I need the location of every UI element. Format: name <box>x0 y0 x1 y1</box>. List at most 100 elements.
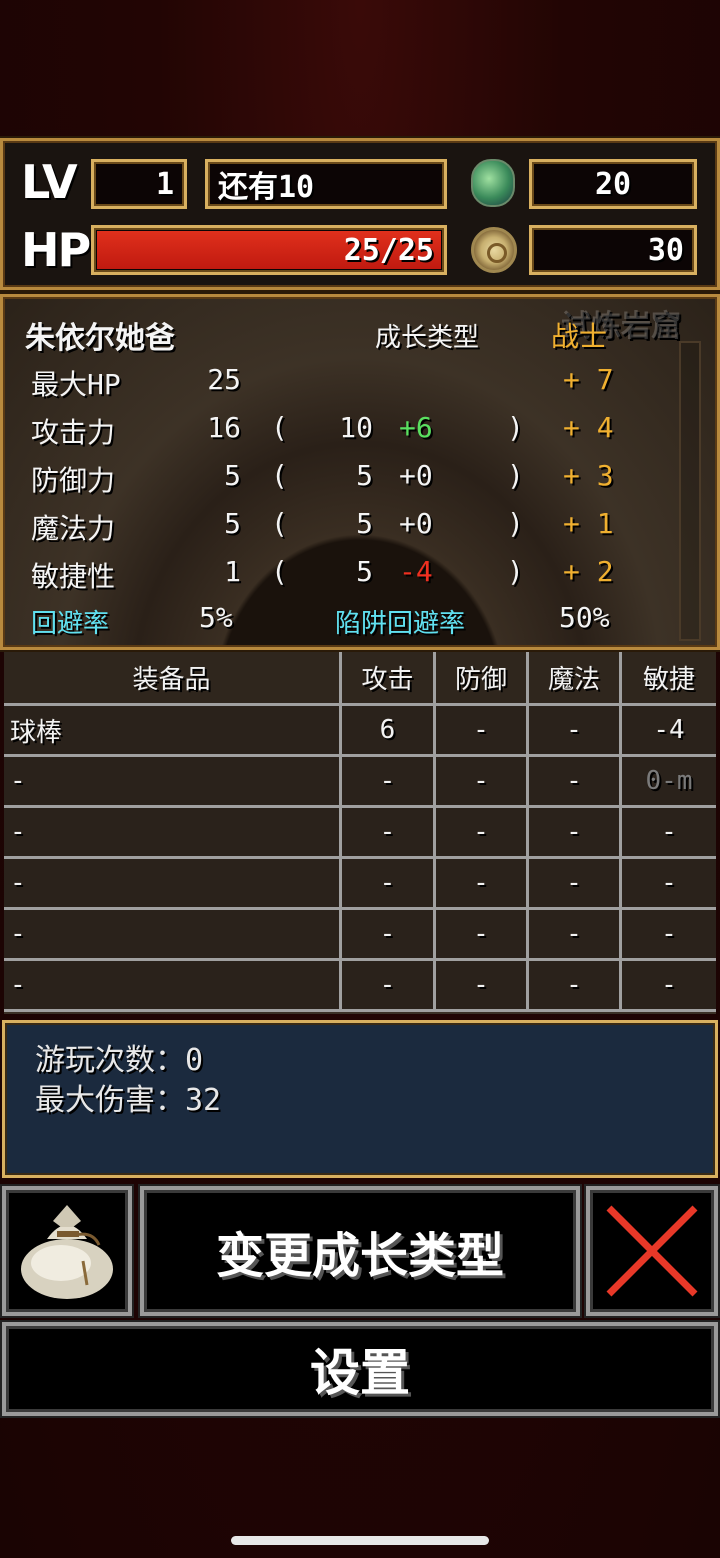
equip-attack: 6 <box>342 706 436 757</box>
bag-button[interactable] <box>2 1186 132 1316</box>
hp-text: 25/25 <box>343 232 434 268</box>
exp-remaining: 还有10 <box>205 159 447 209</box>
trap-evasion-label: 陷阱回避率 <box>335 609 466 639</box>
evasion-value: 5% <box>199 601 233 634</box>
growth-type: 战士 <box>551 320 608 353</box>
header-attack: 攻击 <box>342 652 436 706</box>
equip-name: - <box>4 808 342 859</box>
growth-type-label: 成长类型 <box>375 323 480 353</box>
stat-paren-open: ( <box>271 411 288 444</box>
stat-modifier: +0 <box>399 507 433 540</box>
change-growth-type-button[interactable]: 变更成长类型 <box>140 1186 580 1316</box>
stats-panel: 朱依尔她爸 成长类型 试炼岩窟 战士 最大HP 25 + 7 攻击力 16(10 +6) +… <box>0 294 720 650</box>
header-equipment: 装备品 <box>4 652 342 706</box>
equip-defense: - <box>436 706 529 757</box>
equip-agility: - <box>622 961 716 1012</box>
equip-magic: - <box>529 910 622 961</box>
max-damage: 最大伤害：32 <box>35 1083 222 1118</box>
close-icon <box>606 1205 698 1297</box>
stat-base: 5 <box>356 507 373 540</box>
stat-total: 16 <box>207 411 241 444</box>
settings-button[interactable]: 设置 <box>2 1322 718 1416</box>
equipment-row[interactable]: - - - -0-m <box>4 757 716 808</box>
bag-icon <box>21 1205 113 1299</box>
stat-name: 敏捷性 <box>31 560 116 593</box>
home-indicator[interactable] <box>231 1536 489 1545</box>
equip-name: 球棒 <box>4 706 342 757</box>
stats-scrollbar[interactable] <box>679 341 701 641</box>
header-magic: 魔法 <box>529 652 622 706</box>
stat-paren-open: ( <box>271 507 288 540</box>
trap-evasion-value: 50% <box>559 601 610 634</box>
equip-agility: - <box>622 910 716 961</box>
character-name: 朱依尔她爸 <box>25 321 175 356</box>
stat-paren-open: ( <box>271 555 288 588</box>
play-count: 游玩次数：0 <box>35 1043 204 1078</box>
equip-defense: - <box>436 859 529 910</box>
evasion-label: 回避率 <box>31 609 110 639</box>
status-panel: LV 1 还有10 20 HP 25/25 30 <box>0 138 720 290</box>
equip-name: - <box>4 910 342 961</box>
stat-growth: + 3 <box>563 459 614 492</box>
stat-base: 5 <box>356 459 373 492</box>
equip-defense: - <box>436 961 529 1012</box>
equip-magic: - <box>529 961 622 1012</box>
equip-agility: 0-m <box>622 757 716 808</box>
equip-attack: - <box>342 910 436 961</box>
equip-defense: - <box>436 808 529 859</box>
close-button[interactable] <box>586 1186 718 1316</box>
stat-name: 魔法力 <box>31 512 116 545</box>
stat-base: 5 <box>356 555 373 588</box>
hp-label: HP <box>21 223 91 277</box>
equipment-row[interactable]: ----- <box>4 910 716 961</box>
level-label: LV <box>21 155 78 209</box>
equip-magic: - <box>529 808 622 859</box>
stat-total: 5 <box>224 459 241 492</box>
hp-bar: 25/25 <box>91 225 447 275</box>
stat-paren-open: ( <box>271 459 288 492</box>
stat-growth: + 7 <box>563 363 614 396</box>
coin-count: 30 <box>529 225 697 275</box>
equipment-row[interactable]: ----- <box>4 961 716 1012</box>
stat-growth: + 1 <box>563 507 614 540</box>
equip-agility: - <box>622 808 716 859</box>
equip-magic: - <box>529 706 622 757</box>
stat-base: 10 <box>339 411 373 444</box>
equip-attack: - <box>342 757 436 808</box>
equipment-row[interactable]: ----- <box>4 859 716 910</box>
equip-agility: - <box>622 859 716 910</box>
equip-name: - <box>4 757 342 808</box>
equipment-row[interactable]: 球棒 6- - -4 <box>4 706 716 757</box>
stat-total: 5 <box>224 507 241 540</box>
stat-paren-close: ) <box>507 507 524 540</box>
header-agility: 敏捷 <box>622 652 716 706</box>
level-value: 1 <box>91 159 187 209</box>
header-defense: 防御 <box>436 652 529 706</box>
equipment-row[interactable]: ----- <box>4 808 716 859</box>
stat-modifier: -4 <box>399 555 433 588</box>
stat-modifier: +6 <box>399 411 433 444</box>
stat-name: 最大HP <box>31 368 121 401</box>
stat-growth: + 2 <box>563 555 614 588</box>
equip-magic: - <box>529 859 622 910</box>
equip-attack: - <box>342 961 436 1012</box>
stat-modifier: +0 <box>399 459 433 492</box>
equipment-table: 装备品 攻击 防御 魔法 敏捷 球棒 6- - -4- - - -0-m - - - - - - - - - -… <box>4 652 716 1014</box>
coin-icon <box>471 227 517 273</box>
stat-total: 25 <box>207 363 241 396</box>
equip-name: - <box>4 961 342 1012</box>
stat-name: 攻击力 <box>31 416 116 449</box>
stat-paren-close: ) <box>507 555 524 588</box>
equip-agility: -4 <box>622 706 716 757</box>
info-panel: 游玩次数：0 最大伤害：32 <box>2 1020 718 1178</box>
equip-defense: - <box>436 910 529 961</box>
stat-name: 防御力 <box>31 464 116 497</box>
equip-magic: - <box>529 757 622 808</box>
gem-count: 20 <box>529 159 697 209</box>
stat-growth: + 4 <box>563 411 614 444</box>
gem-icon <box>471 159 515 207</box>
stat-paren-close: ) <box>507 459 524 492</box>
equip-defense: - <box>436 757 529 808</box>
equipment-header-row: 装备品 攻击 防御 魔法 敏捷 <box>4 652 716 706</box>
stat-total: 1 <box>224 555 241 588</box>
